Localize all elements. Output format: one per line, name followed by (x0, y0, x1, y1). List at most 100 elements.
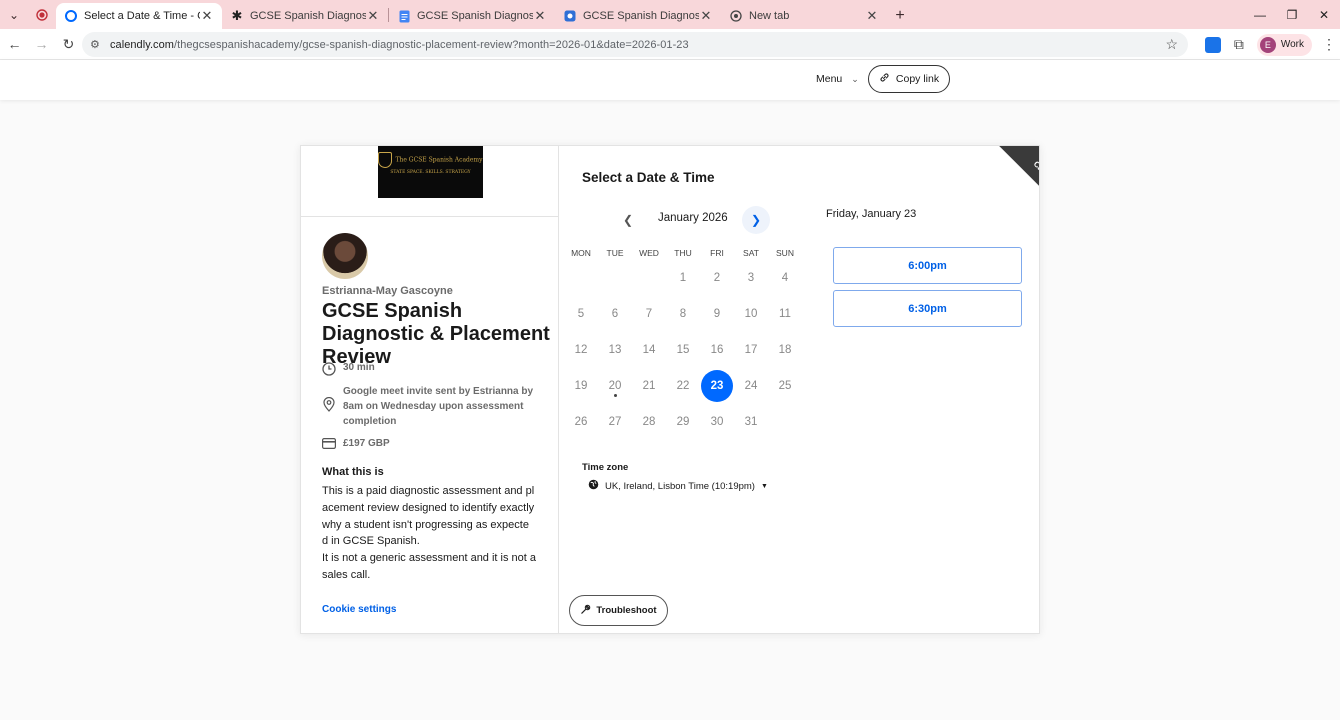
extension-icon[interactable] (1204, 36, 1221, 53)
calendar-day[interactable]: 8 (667, 298, 699, 330)
calendar-day[interactable]: 11 (769, 298, 801, 330)
recording-icon[interactable] (28, 0, 56, 29)
calendar-day[interactable]: 10 (735, 298, 767, 330)
selected-date-label: Friday, January 23 (826, 208, 917, 220)
tab-diagnostic-site[interactable]: GCSE Spanish Diagnostic and P ✕ (555, 3, 721, 29)
profile-button[interactable]: E Work (1256, 33, 1312, 56)
calendar-day[interactable]: 12 (565, 334, 597, 366)
divider (301, 216, 559, 217)
time-slot[interactable]: 6:30pm (833, 290, 1022, 327)
restore-icon[interactable]: ❐ (1276, 0, 1308, 29)
weekday-label: TUE (606, 248, 624, 258)
minimize-icon[interactable]: — (1244, 0, 1276, 29)
copy-link-label: Copy link (895, 73, 940, 85)
browser-toolbar: ← → ↻ ⚙ calendly.com/thegcsespanishacade… (0, 29, 1340, 60)
calendar-day[interactable]: 28 (633, 406, 665, 438)
academy-logo: The GCSE Spanish Academy STATE SPACE. SK… (378, 146, 483, 198)
calendar-day[interactable]: 21 (633, 370, 665, 402)
calendar-day[interactable]: 20 (599, 370, 631, 402)
timezone-label: Time zone (582, 462, 629, 473)
chrome-icon (729, 9, 743, 23)
bookmark-star-icon[interactable]: ☆ (1165, 36, 1178, 53)
calendar-day[interactable]: 13 (599, 334, 631, 366)
slot-time: 6:00pm (908, 259, 947, 272)
close-icon[interactable]: ✕ (533, 8, 547, 24)
url-path: /thegcsespanishacademy/gcse-spanish-diag… (173, 38, 689, 51)
tab-search-chevron-icon[interactable]: ⌄ (0, 0, 28, 29)
copy-link-button[interactable]: Copy link (868, 65, 950, 93)
toolbar-right: ⧉ E Work ⋮ (1204, 32, 1336, 57)
slot-time: 6:30pm (908, 302, 947, 315)
timezone-select[interactable]: UK, Ireland, Lisbon Time (10:19pm) ▼ (588, 479, 768, 493)
calendar-day[interactable]: 18 (769, 334, 801, 366)
calendar-day[interactable]: 5 (565, 298, 597, 330)
close-icon[interactable]: ✕ (865, 8, 879, 24)
more-menu-icon[interactable]: ⋮ (1322, 36, 1336, 53)
logo-tagline: STATE SPACE. SKILLS. STRATEGY (390, 170, 471, 175)
calendar-day[interactable]: 2 (701, 262, 733, 294)
calendar-day[interactable]: 25 (769, 370, 801, 402)
previous-month-button[interactable]: ❮ (614, 206, 642, 234)
page-title: Select a Date & Time (582, 170, 715, 185)
chevron-left-icon: ❮ (622, 213, 634, 227)
weekday-label: THU (674, 248, 692, 258)
price-row: £197 GBP (322, 438, 390, 452)
extensions-puzzle-icon[interactable]: ⧉ (1231, 36, 1247, 53)
tab-title: New tab (749, 10, 790, 22)
description-text: This is a paid diagnostic assessment and… (322, 485, 537, 581)
close-window-icon[interactable]: ✕ (1308, 0, 1340, 29)
calendly-header: Menu ⌄ Copy link (0, 60, 1340, 100)
tab-assessment[interactable]: ✱ GCSE Spanish Diagnostic – Asse ✕ (222, 3, 388, 29)
caret-down-icon: ▼ (760, 482, 768, 490)
calendar-day[interactable]: 24 (735, 370, 767, 402)
scheduler-panel: Select a Date & Time ❮ January 2026 ❯ MO… (559, 146, 1039, 633)
troubleshoot-button[interactable]: Troubleshoot (569, 595, 668, 626)
calendar-day[interactable]: 15 (667, 334, 699, 366)
location-row: Google meet invite sent by Estrianna by … (322, 384, 543, 429)
address-bar[interactable]: ⚙ calendly.com/thegcsespanishacademy/gcs… (82, 32, 1188, 57)
duration-text: 30 min (343, 362, 375, 373)
calendar-day[interactable]: 27 (599, 406, 631, 438)
browser-tab-strip: ⌄ Select a Date & Time - Calendly ✕ ✱ GC… (0, 0, 1340, 29)
powered-by-text: POWERED BY (1008, 146, 1039, 213)
calendar-day[interactable]: 29 (667, 406, 699, 438)
calendar-day[interactable]: 22 (667, 370, 699, 402)
calendar-day[interactable]: 23 (701, 370, 733, 402)
calendar-day[interactable]: 30 (701, 406, 733, 438)
calendar-day[interactable]: 1 (667, 262, 699, 294)
weekday-label: MON (571, 248, 591, 258)
url-text: calendly.com/thegcsespanishacademy/gcse-… (110, 39, 689, 51)
calendar-day[interactable]: 7 (633, 298, 665, 330)
profile-label: Work (1280, 39, 1304, 50)
calendar-day[interactable]: 14 (633, 334, 665, 366)
reload-icon[interactable]: ↻ (56, 32, 81, 57)
site-settings-icon[interactable]: ⚙ (90, 38, 104, 51)
calendar-day[interactable]: 6 (599, 298, 631, 330)
time-slot[interactable]: 6:00pm (833, 247, 1022, 284)
location-text: Google meet invite sent by Estrianna by … (343, 386, 534, 427)
forward-arrow-icon[interactable]: → (29, 32, 54, 57)
tab-calendly[interactable]: Select a Date & Time - Calendly ✕ (56, 3, 222, 29)
weekday-label: WED (639, 248, 659, 258)
close-icon[interactable]: ✕ (699, 8, 713, 24)
close-icon[interactable]: ✕ (366, 8, 380, 24)
menu-label: Menu (816, 73, 843, 85)
calendar-day[interactable]: 19 (565, 370, 597, 402)
new-tab-plus-icon[interactable]: + (887, 3, 913, 29)
calendar-day[interactable]: 17 (735, 334, 767, 366)
back-arrow-icon[interactable]: ← (2, 32, 27, 57)
close-icon[interactable]: ✕ (200, 8, 214, 24)
menu-button[interactable]: Menu ⌄ (816, 73, 859, 85)
calendar-day[interactable]: 9 (701, 298, 733, 330)
booking-card: The GCSE Spanish Academy STATE SPACE. SK… (300, 145, 1040, 634)
calendar-day[interactable]: 31 (735, 406, 767, 438)
cookie-settings-link[interactable]: Cookie settings (322, 604, 396, 615)
calendar-day[interactable]: 26 (565, 406, 597, 438)
next-month-button[interactable]: ❯ (742, 206, 770, 234)
powered-by-calendly-badge[interactable]: POWERED BY Calendly (994, 146, 1039, 227)
calendar-day[interactable]: 4 (769, 262, 801, 294)
calendar-day[interactable]: 16 (701, 334, 733, 366)
tab-new-tab[interactable]: New tab ✕ (721, 3, 887, 29)
calendar-day[interactable]: 3 (735, 262, 767, 294)
tab-plan[interactable]: GCSE Spanish Diagnostic Plan ✕ (389, 3, 555, 29)
